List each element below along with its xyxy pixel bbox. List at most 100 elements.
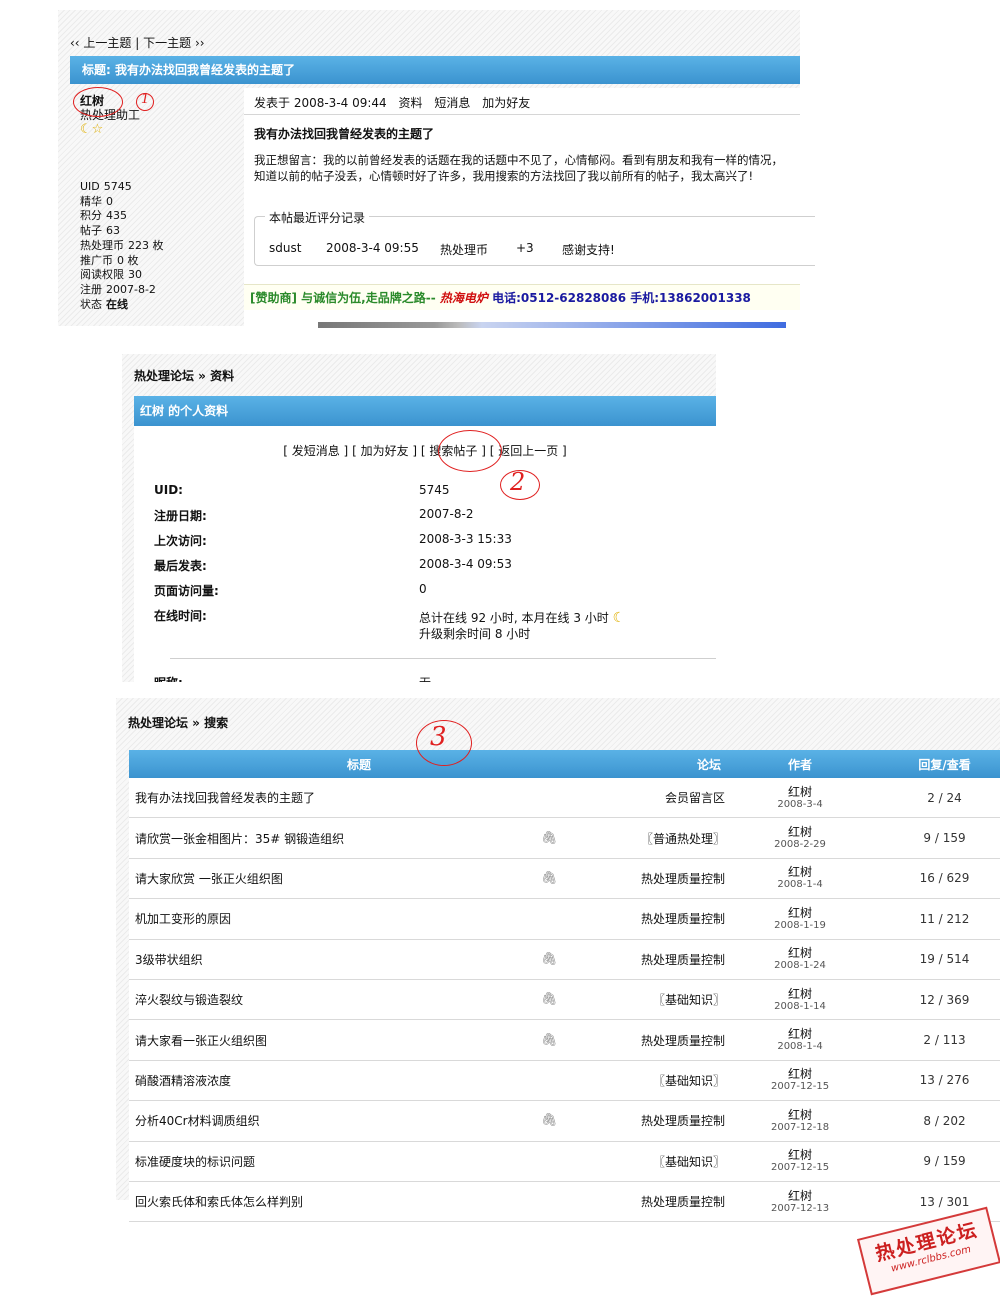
profile-title-bar: 红树 的个人资料 (134, 396, 716, 426)
post-date: 2008-1-4 (777, 879, 823, 891)
profile-actions: [ 发短消息 ] [ 加为好友 ] [ 搜索帖子 ] [ 返回上一页 ] (134, 442, 716, 459)
topic-title-link[interactable]: 回火索氏体和索氏体怎么样判别 (135, 1195, 303, 1209)
reply-view-count: 8 / 202 (923, 1113, 966, 1128)
field-value: 0 (419, 582, 427, 596)
post-title: 我有办法找回我曾经发表的主题了 (254, 127, 435, 141)
table-row[interactable]: 回火索氏体和索氏体怎么样判别 热处理质量控制 红树 2007-12-13 13 / 30… (129, 1181, 1000, 1223)
forum-link[interactable]: 热处理质量控制 (641, 1034, 725, 1048)
topic-title-link[interactable]: 3级带状组织 (135, 953, 203, 967)
rating-user[interactable]: sdust (269, 241, 301, 255)
author-link[interactable]: 红树 (735, 1148, 865, 1162)
send-pm-button[interactable]: [ 发短消息 ] (283, 444, 348, 458)
author-stat: 推广币 0 枚 (80, 254, 164, 269)
table-row[interactable]: 我有办法找回我曾经发表的主题了会员留言区红树2008-3-42 / 24stov… (129, 778, 1000, 819)
stat-value: 0 (106, 194, 113, 208)
table-row[interactable]: 硝酸酒精溶液浓度〖基础知识〗红树2007-12-1513 / 276红树2007… (129, 1060, 1000, 1102)
rank-stars: ☾☆ (80, 122, 103, 137)
col-replies: 回复/查看 (865, 750, 1000, 778)
forum-link[interactable]: 热处理质量控制 (641, 872, 725, 886)
profile-body: [ 发短消息 ] [ 加为好友 ] [ 搜索帖子 ] [ 返回上一页 ] UID… (134, 426, 716, 682)
field-label: 页面访问量: (154, 584, 219, 598)
forum-link[interactable]: 〖基础知识〗 (653, 1155, 725, 1169)
forum-link[interactable]: 热处理质量控制 (641, 912, 725, 926)
attachment-icon: 🖇 (540, 1032, 558, 1048)
thread-post-panel: ‹‹ 上一主题 | 下一主题 ›› 标题: 我有办法找回我曾经发表的主题了 红树… (58, 10, 815, 328)
author-stat: 阅读权限 30 (80, 268, 164, 283)
reply-view-count: 9 / 159 (923, 1154, 966, 1169)
pm-link[interactable]: 短消息 (434, 96, 470, 110)
table-row[interactable]: 机加工变形的原因热处理质量控制红树2008-1-1911 / 212gl9820… (129, 898, 1000, 940)
stat-value: 435 (106, 209, 127, 223)
author-stat: 积分 435 (80, 209, 164, 224)
author-link[interactable]: 红树 (735, 1027, 865, 1041)
table-row[interactable]: 请欣赏一张金相图片：35# 钢锻造组织 🖇 〖普通热处理〗 红树 2008-2-29 9 … (129, 817, 1000, 859)
forum-link[interactable]: 热处理质量控制 (641, 1195, 725, 1209)
forum-link[interactable]: 〖普通热处理〗 (641, 832, 725, 846)
stat-label: 积分 (80, 209, 102, 223)
topic-title-link[interactable]: 分析40Cr材料调质组织 (135, 1114, 260, 1128)
field-label: 上次访问: (154, 534, 207, 548)
field-label: 最后发表: (154, 559, 207, 573)
post-date: 2008-1-19 (774, 919, 826, 931)
author-link[interactable]: 红树 (735, 1108, 865, 1122)
topic-title-link[interactable]: 硝酸酒精溶液浓度 (135, 1074, 231, 1088)
author-link[interactable]: 红树 (735, 865, 865, 879)
profile-link[interactable]: 资料 (399, 96, 423, 110)
stat-value: 0 枚 (117, 253, 139, 267)
topic-title-link[interactable]: 标准硬度块的标识问题 (135, 1155, 255, 1169)
stat-label: 帖子 (80, 224, 102, 238)
sponsor-bar[interactable]: [赞助商] 与诚信为伍,走品牌之路-- 热海电炉 电话:0512-6282808… (244, 284, 800, 310)
table-row[interactable]: 请大家欣赏 一张正火组织图🖇热处理质量控制红树2008-1-416 / 629交… (129, 858, 1000, 900)
col-forum: 论坛 (589, 750, 736, 778)
prev-topic-link[interactable]: ‹‹ 上一主题 (70, 36, 131, 50)
online-time: 总计在线 92 小时, 本月在线 3 小时 (419, 611, 609, 625)
table-row[interactable]: 3级带状组织🖇热处理质量控制红树2008-1-2419 / 514shac200… (129, 939, 1000, 980)
author-link[interactable]: 红树 (735, 1067, 865, 1081)
stat-value: 63 (106, 224, 120, 238)
topic-title-link[interactable]: 请大家看一张正火组织图 (135, 1034, 267, 1048)
forum-link[interactable]: 会员留言区 (665, 791, 725, 805)
attachment-icon: 🖇 (540, 1113, 558, 1129)
post-date: 2008-1-4 (777, 1041, 823, 1053)
rating-legend: 本帖最近评分记录 (265, 209, 370, 226)
table-row[interactable]: 分析40Cr材料调质组织🖇热处理质量控制红树2007-12-188 / 202y… (129, 1100, 1000, 1142)
field-value: 2008-3-3 15:33 (419, 532, 512, 546)
topic-title-link[interactable]: 我有办法找回我曾经发表的主题了 (135, 791, 315, 805)
author-link[interactable]: 红树 (735, 946, 865, 960)
results-body: 我有办法找回我曾经发表的主题了会员留言区红树2008-3-42 / 24stov… (129, 778, 1000, 1223)
author-link[interactable]: 红树 (735, 785, 865, 799)
forum-link[interactable]: 〖基础知识〗 (653, 1074, 725, 1088)
topic-title-link[interactable]: 淬火裂纹与锻造裂纹 (135, 993, 243, 1007)
forum-link[interactable]: 热处理质量控制 (641, 1114, 725, 1128)
table-row[interactable]: 淬火裂纹与锻造裂纹🖇〖基础知识〗红树2008-1-1412 / 369Sast2… (129, 979, 1000, 1021)
field-label: 注册日期: (154, 509, 207, 523)
stat-value: 223 枚 (128, 238, 164, 252)
post-date: 2007-12-15 (770, 1081, 830, 1093)
add-friend-button[interactable]: [ 加为好友 ] (352, 444, 417, 458)
forum-link[interactable]: 〖基础知识〗 (653, 993, 725, 1007)
add-friend-link[interactable]: 加为好友 (482, 96, 530, 110)
topic-title-link[interactable]: 请大家欣赏 一张正火组织图 (135, 872, 283, 886)
stat-label: 精华 (80, 194, 102, 208)
topic-title-link[interactable]: 请欣赏一张金相图片：35# 钢锻造组织 (135, 832, 344, 846)
post-body-line: 我正想留言：我的以前曾经发表的话题在我的话题中不见了，心情郁闷。看到有朋友和我有… (254, 153, 783, 167)
next-topic-link[interactable]: 下一主题 ›› (143, 36, 204, 50)
field-value: 5745 (419, 483, 450, 497)
nav-separator: | (135, 36, 140, 50)
rating-comment: 感谢支持! (562, 243, 615, 257)
post-date: 2008-1-14 (774, 1000, 826, 1012)
rating-record: 本帖最近评分记录 sdust 2008-3-4 09:55 热处理币 +3 感谢… (254, 209, 815, 266)
author-stat: UID 5745 (80, 180, 164, 195)
author-link[interactable]: 红树 (735, 825, 865, 839)
table-row[interactable]: 标准硬度块的标识问题〖基础知识〗红树2007-12-159 / 159kinga… (129, 1141, 1000, 1182)
stat-value: 2007-8-2 (106, 282, 156, 296)
topic-title-link[interactable]: 机加工变形的原因 (135, 912, 231, 926)
reply-view-count: 19 / 514 (919, 952, 970, 967)
author-link[interactable]: 红树 (735, 906, 865, 920)
forum-link[interactable]: 热处理质量控制 (641, 953, 725, 967)
field-value: 无 (419, 674, 431, 682)
table-row[interactable]: 请大家看一张正火组织图🖇热处理质量控制红树2008-1-42 / 113天天小2… (129, 1019, 1000, 1061)
reply-view-count: 13 / 276 (919, 1073, 970, 1088)
author-link[interactable]: 红树 (735, 1189, 865, 1203)
author-link[interactable]: 红树 (735, 987, 865, 1001)
